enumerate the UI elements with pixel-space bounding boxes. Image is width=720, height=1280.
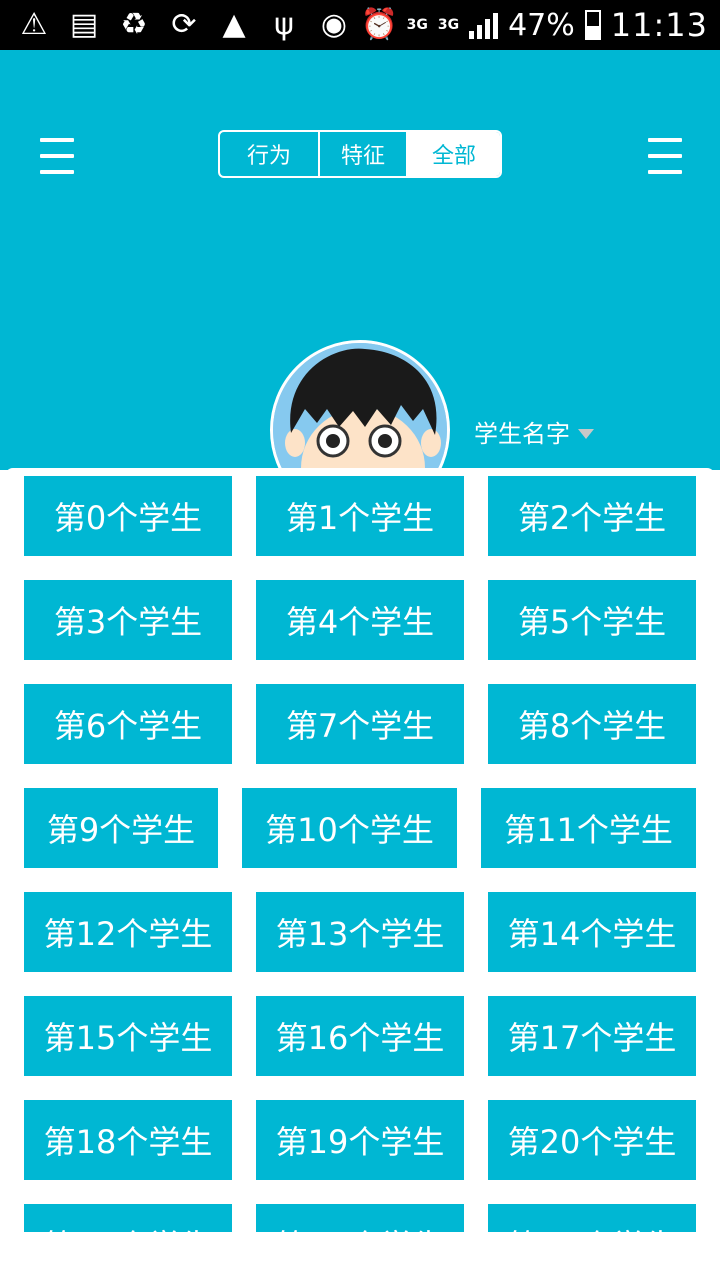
student-button[interactable]: 第15个学生 (24, 996, 232, 1076)
student-button[interactable]: 第4个学生 (256, 580, 464, 660)
image-icon: ▤ (69, 7, 99, 42)
student-row: 第0个学生 第1个学生 第2个学生 (5, 476, 715, 556)
student-button[interactable]: 第16个学生 (256, 996, 464, 1076)
tab-feature[interactable]: 特征 (318, 132, 406, 176)
student-button[interactable]: 第9个学生 (24, 788, 218, 868)
clock: 11:13 (610, 6, 708, 44)
cleanup-icon: ♻ (120, 7, 148, 42)
student-row: 第18个学生 第19个学生 第20个学生 (5, 1100, 715, 1180)
student-button[interactable]: 第18个学生 (24, 1100, 232, 1180)
student-button[interactable]: 第14个学生 (488, 892, 696, 972)
bottom-area (0, 1232, 720, 1280)
student-row: 第9个学生 第10个学生 第11个学生 (5, 788, 715, 868)
battery-icon (584, 10, 601, 40)
student-button[interactable]: 第11个学生 (481, 788, 696, 868)
student-row: 第21个学生第22个学生第23个学生 (5, 1204, 715, 1232)
caret-down-icon (578, 428, 594, 439)
student-button[interactable]: 第20个学生 (488, 1100, 696, 1180)
student-row: 第15个学生 第16个学生 第17个学生 (5, 996, 715, 1076)
student-button[interactable]: 第12个学生 (24, 892, 232, 972)
student-button[interactable]: 第17个学生 (488, 996, 696, 1076)
student-button[interactable]: 第2个学生 (488, 476, 696, 556)
student-button[interactable]: 第5个学生 (488, 580, 696, 660)
student-list-panel: 第0个学生 第1个学生 第2个学生 第3个学生 第4个学生 第5个学生 第6个学生 第7个学生… (5, 468, 715, 1232)
student-button[interactable]: 第1个学生 (256, 476, 464, 556)
student-button[interactable]: 第13个学生 (256, 892, 464, 972)
student-button[interactable]: 第0个学生 (24, 476, 232, 556)
student-button[interactable]: 第7个学生 (256, 684, 464, 764)
sync-icon: ⟳ (171, 7, 197, 42)
right-menu-icon[interactable] (648, 138, 682, 174)
status-icons-left: ⚠ ▤ ♻ ⟳ ▲ ψ ◉ (0, 10, 352, 40)
student-button[interactable]: 第3个学生 (24, 580, 232, 660)
student-row: 第12个学生 第13个学生 第14个学生 (5, 892, 715, 972)
alarm-icon: ⏰ (360, 7, 398, 42)
tab-all[interactable]: 全部 (406, 132, 500, 176)
student-button[interactable]: 第6个学生 (24, 684, 232, 764)
student-row: 第6个学生 第7个学生 第8个学生 (5, 684, 715, 764)
usb-icon: ψ (274, 7, 294, 42)
battery-percent: 47% (508, 7, 575, 43)
status-bar: ⚠ ▤ ♻ ⟳ ▲ ψ ◉ ⏰ 3G 3G 47% 11:13 (0, 0, 720, 50)
filter-tabs: 行为 特征 全部 (218, 130, 502, 178)
student-button[interactable]: 第8个学生 (488, 684, 696, 764)
student-name-label: 学生名字 (474, 420, 570, 448)
student-button[interactable]: 第23个学生 (488, 1204, 696, 1232)
student-button[interactable]: 第19个学生 (256, 1100, 464, 1180)
student-row: 第3个学生 第4个学生 第5个学生 (5, 580, 715, 660)
tab-behavior[interactable]: 行为 (220, 132, 318, 176)
left-menu-icon[interactable] (40, 138, 74, 174)
student-name-dropdown[interactable]: 学生名字 (474, 414, 594, 449)
student-button[interactable]: 第10个学生 (242, 788, 457, 868)
student-button[interactable]: 第21个学生 (24, 1204, 232, 1232)
signal-icon (469, 11, 499, 39)
notification-warning-icon: ⚠ (20, 7, 48, 42)
status-icons-right: ⏰ 3G 3G 47% 11:13 (361, 6, 720, 44)
student-button[interactable]: 第22个学生 (256, 1204, 464, 1232)
network-type: 3G (406, 17, 428, 33)
android-icon: ◉ (320, 7, 348, 42)
network-type-2: 3G (437, 17, 460, 33)
alert-icon: ▲ (222, 7, 246, 42)
